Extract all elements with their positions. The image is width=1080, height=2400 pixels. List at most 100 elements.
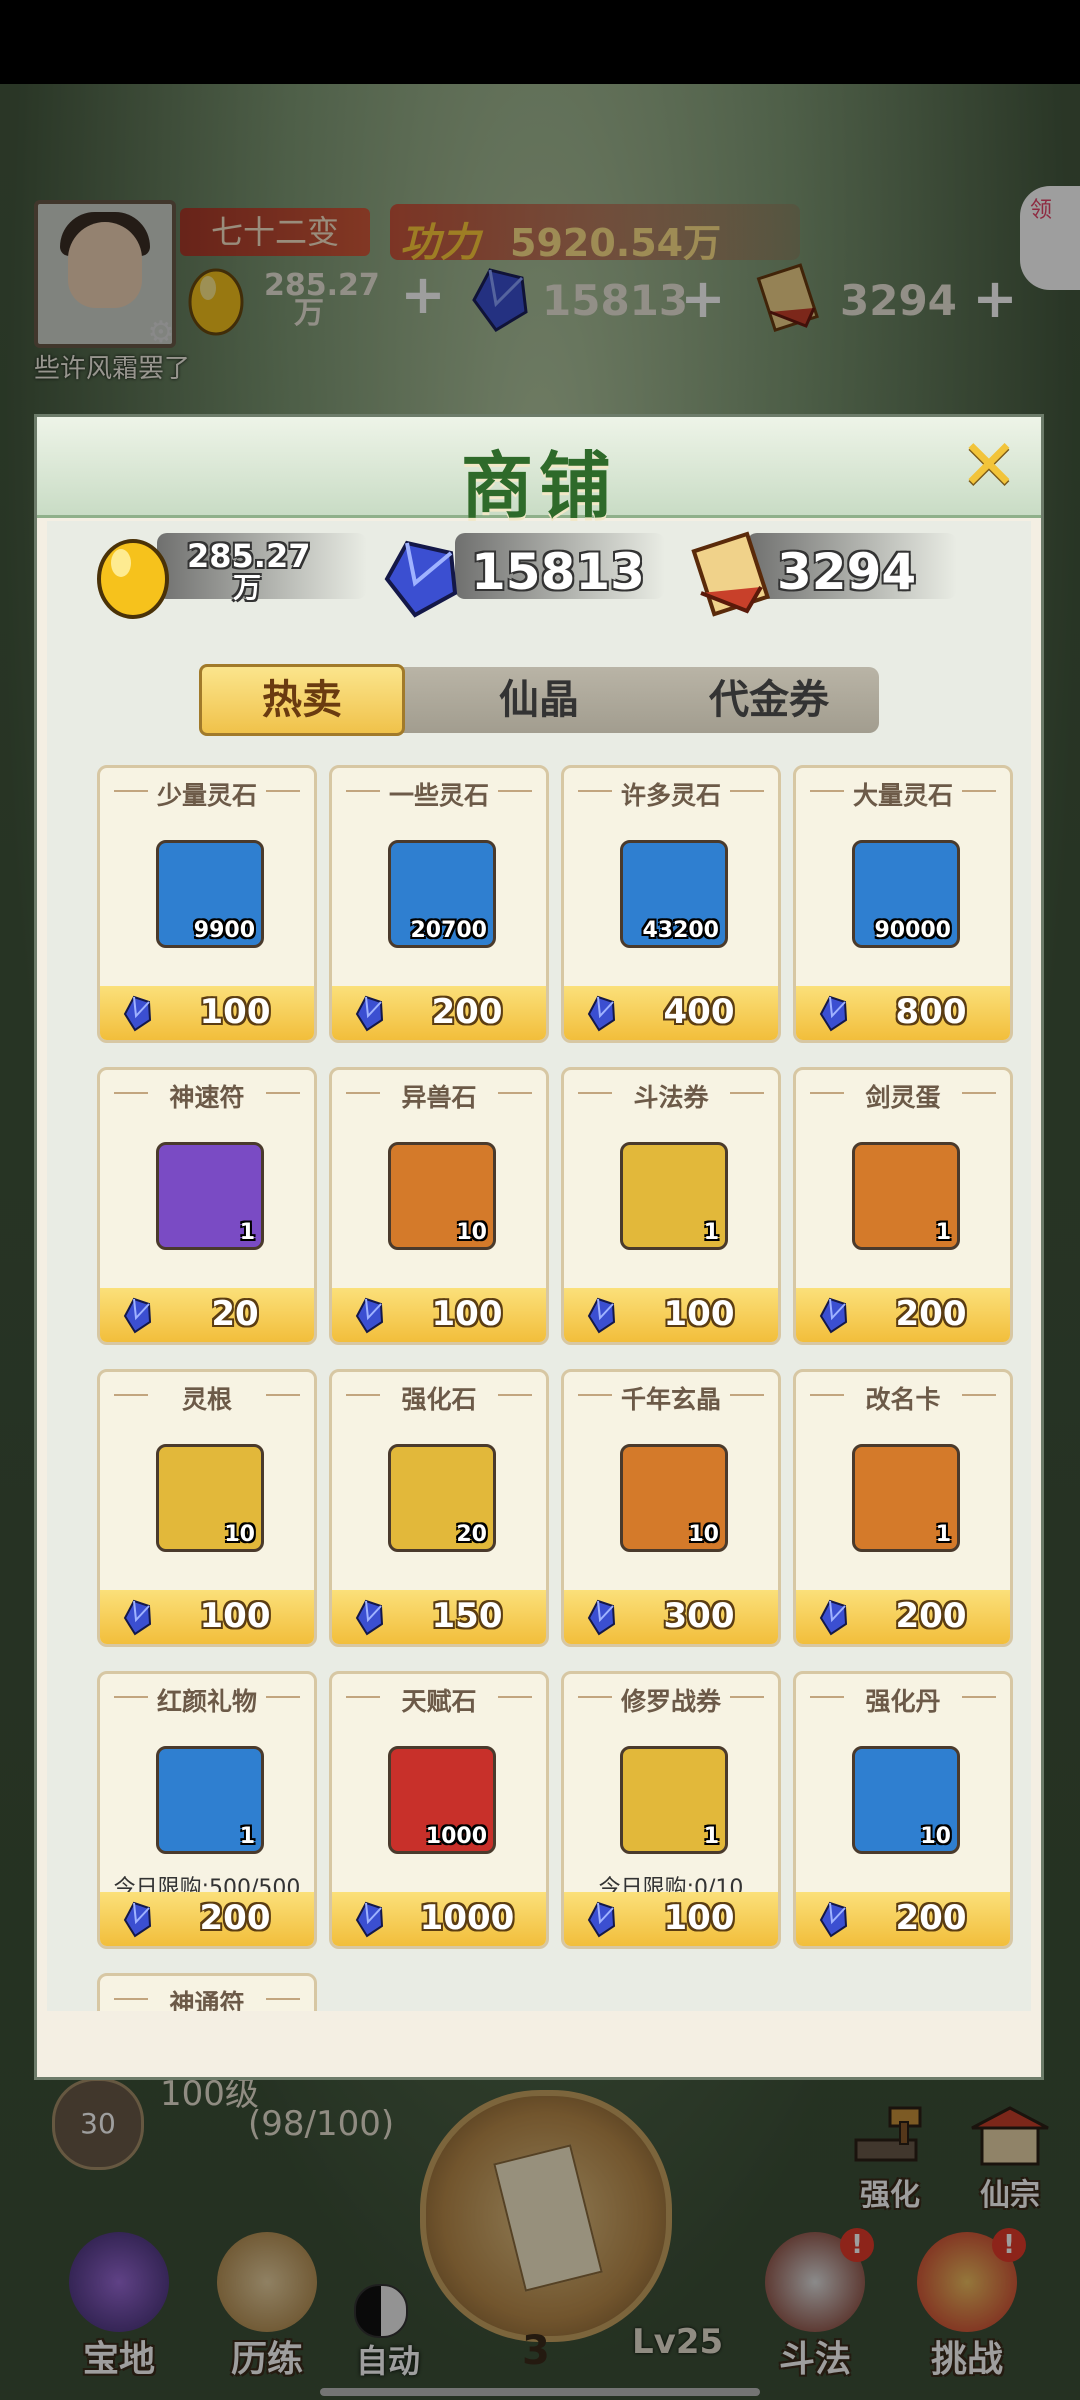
- shop-tabs: 热卖 仙晶 代金券: [199, 664, 879, 736]
- shop-header: 商铺 ✕: [37, 417, 1041, 528]
- spirit-stone-bag-icon: 90000: [852, 840, 960, 948]
- gem-icon: [384, 540, 458, 618]
- shop-item-card[interactable]: 少量灵石 9900 100: [97, 765, 317, 1043]
- shop-item-card[interactable]: 千年玄晶 10 300: [561, 1369, 781, 1647]
- tab-hot-sale[interactable]: 热卖: [199, 664, 405, 736]
- gold-ingot-icon: [97, 539, 169, 619]
- item-name: 红颜礼物: [156, 1687, 257, 1716]
- price-button[interactable]: 800: [796, 986, 1010, 1040]
- price-button[interactable]: 200: [100, 1892, 314, 1946]
- currency-gold-unit: 万: [233, 571, 262, 604]
- shop-item-card[interactable]: 神通符: [97, 1973, 317, 2011]
- gem-icon: [819, 1297, 848, 1334]
- item-name: 神速符: [169, 1083, 245, 1112]
- shop-item-card[interactable]: 强化丹 10 200: [793, 1671, 1013, 1949]
- price-button[interactable]: 300: [564, 1590, 778, 1644]
- shop-item-card[interactable]: 天赋石 1000 1000: [329, 1671, 549, 1949]
- shop-item-card[interactable]: 红颜礼物 1 今日限购:500/500 200: [97, 1671, 317, 1949]
- status-bar: [0, 0, 1080, 84]
- gem-icon: [355, 1297, 384, 1334]
- item-price: 200: [431, 992, 503, 1032]
- price-button[interactable]: 100: [564, 1892, 778, 1946]
- item-name: 大量灵石: [852, 781, 953, 810]
- item-name: 斗法券: [633, 1083, 709, 1112]
- item-name: 灵根: [181, 1385, 232, 1414]
- tab-voucher[interactable]: 代金券: [669, 667, 869, 733]
- shop-item-card[interactable]: 异兽石 10 100: [329, 1067, 549, 1345]
- item-name: 千年玄晶: [620, 1385, 721, 1414]
- shop-item-card[interactable]: 一些灵石 20700 200: [329, 765, 549, 1043]
- item-count: 1: [703, 1824, 719, 1849]
- item-count: 10: [224, 1522, 255, 1547]
- price-button[interactable]: 100: [100, 1590, 314, 1644]
- item-count: 1: [239, 1220, 255, 1245]
- price-button[interactable]: 200: [796, 1892, 1010, 1946]
- currency-voucher-value: 3294: [777, 543, 917, 601]
- item-price: 100: [199, 992, 271, 1032]
- item-count: 20: [456, 1522, 487, 1547]
- shop-item-card[interactable]: 强化石 20 150: [329, 1369, 549, 1647]
- mushroom-root-icon: 10: [156, 1444, 264, 1552]
- item-count: 10: [456, 1220, 487, 1245]
- shop-item-card[interactable]: 灵根 10 100: [97, 1369, 317, 1647]
- item-price: 200: [199, 1898, 271, 1938]
- gem-icon: [587, 1599, 616, 1636]
- price-button[interactable]: 100: [332, 1288, 546, 1342]
- war-ticket-icon: 1: [620, 1746, 728, 1854]
- enhance-stone-icon: 20: [388, 1444, 496, 1552]
- item-name: 强化丹: [865, 1687, 941, 1716]
- gem-icon: [819, 1901, 848, 1938]
- item-price: 200: [895, 1294, 967, 1334]
- green-gem-icon: 1000: [388, 1746, 496, 1854]
- red-crystal-icon: 10: [620, 1444, 728, 1552]
- item-count: 20700: [410, 918, 487, 943]
- currency-gold: 285.27 万: [187, 540, 310, 604]
- close-icon[interactable]: ✕: [957, 430, 1021, 500]
- item-count: 1: [935, 1220, 951, 1245]
- tab-crystal[interactable]: 仙晶: [449, 667, 629, 733]
- item-price: 800: [895, 992, 967, 1032]
- gem-icon: [123, 1901, 152, 1938]
- item-price: 300: [663, 1596, 735, 1636]
- shop-title: 商铺: [460, 444, 617, 528]
- currency-gold-value: 285.27: [187, 537, 311, 575]
- item-price: 1000: [419, 1898, 515, 1938]
- price-button[interactable]: 100: [100, 986, 314, 1040]
- item-name: 剑灵蛋: [865, 1083, 941, 1112]
- price-button[interactable]: 20: [100, 1288, 314, 1342]
- shop-item-card[interactable]: 修罗战券 1 今日限购:0/10 100: [561, 1671, 781, 1949]
- item-price: 150: [431, 1596, 503, 1636]
- shop-item-card[interactable]: 改名卡 1 200: [793, 1369, 1013, 1647]
- price-button[interactable]: 200: [796, 1590, 1010, 1644]
- gem-icon: [355, 995, 384, 1032]
- currency-gem-value: 15813: [471, 543, 645, 601]
- gem-icon: [355, 1599, 384, 1636]
- shop-item-card[interactable]: 许多灵石 43200 400: [561, 765, 781, 1043]
- price-button[interactable]: 1000: [332, 1892, 546, 1946]
- spirit-stone-bag-icon: 20700: [388, 840, 496, 948]
- item-count: 1: [239, 1824, 255, 1849]
- shop-item-card[interactable]: 神速符 1 20: [97, 1067, 317, 1345]
- spirit-stone-bag-icon: 43200: [620, 840, 728, 948]
- item-name: 少量灵石: [156, 781, 257, 810]
- gem-icon: [819, 1599, 848, 1636]
- price-button[interactable]: 100: [564, 1288, 778, 1342]
- gem-icon: [123, 1599, 152, 1636]
- item-price: 400: [663, 992, 735, 1032]
- gem-icon: [587, 1901, 616, 1938]
- price-button[interactable]: 400: [564, 986, 778, 1040]
- price-button[interactable]: 150: [332, 1590, 546, 1644]
- shop-item-card[interactable]: 大量灵石 90000 800: [793, 765, 1013, 1043]
- item-price: 100: [663, 1294, 735, 1334]
- item-price: 100: [199, 1596, 271, 1636]
- sword-spirit-egg-icon: 1: [852, 1142, 960, 1250]
- price-button[interactable]: 200: [796, 1288, 1010, 1342]
- item-count: 1000: [425, 1824, 487, 1849]
- gem-icon: [587, 995, 616, 1032]
- item-price: 100: [663, 1898, 735, 1938]
- shop-item-card[interactable]: 剑灵蛋 1 200: [793, 1067, 1013, 1345]
- price-button[interactable]: 200: [332, 986, 546, 1040]
- spirit-stone-bag-icon: 9900: [156, 840, 264, 948]
- item-price: 200: [895, 1898, 967, 1938]
- shop-item-card[interactable]: 斗法券 1 100: [561, 1067, 781, 1345]
